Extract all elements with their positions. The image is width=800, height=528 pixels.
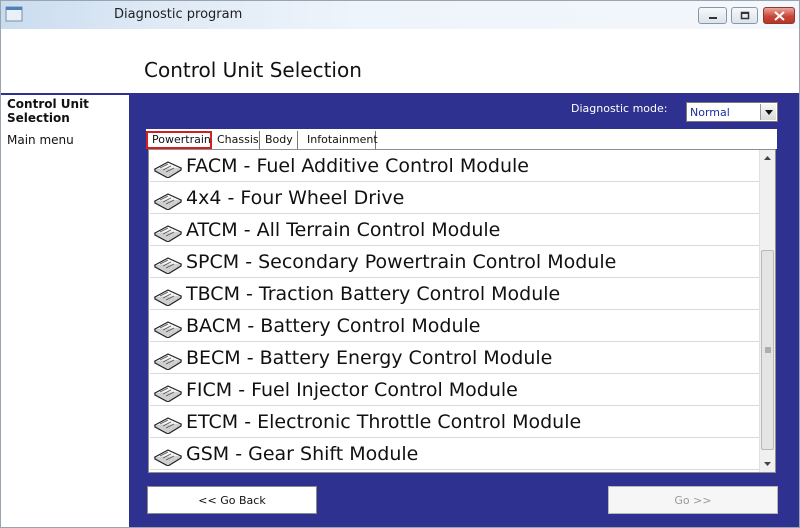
sidebar: Control Unit Selection Main menu: [1, 93, 129, 527]
header: [1, 29, 799, 93]
control-unit-icon: [153, 385, 183, 402]
module-label: ETCM - Electronic Throttle Control Modul…: [186, 411, 582, 433]
control-unit-icon: [153, 257, 183, 274]
diagnostic-mode-select[interactable]: Normal: [686, 102, 778, 122]
list-item[interactable]: TBCM - Traction Battery Control Module: [150, 278, 759, 310]
tab-chassis[interactable]: Chassis: [217, 131, 260, 149]
main-panel: Diagnostic mode: Normal Powertrain Chass…: [129, 93, 799, 527]
list-item[interactable]: SPCM - Secondary Powertrain Control Modu…: [150, 246, 759, 278]
module-label: 4x4 - Four Wheel Drive: [186, 187, 405, 209]
module-label: TBCM - Traction Battery Control Module: [186, 283, 561, 305]
title-bar[interactable]: Diagnostic program: [1, 1, 799, 29]
minimize-icon: [708, 16, 717, 19]
maximize-icon: [740, 11, 749, 20]
module-label: BECM - Battery Energy Control Module: [186, 347, 553, 369]
list-item[interactable]: FACM - Fuel Additive Control Module: [150, 150, 759, 182]
tab-infotainment[interactable]: Infotainment: [307, 131, 378, 149]
app-window: Diagnostic program Control Unit Selectio…: [0, 0, 800, 528]
sidebar-item-control-unit-selection[interactable]: Control Unit Selection: [7, 97, 125, 125]
diagnostic-mode-label: Diagnostic mode:: [571, 102, 668, 115]
diagnostic-mode-value: Normal: [690, 106, 730, 119]
list-item[interactable]: ETCM - Electronic Throttle Control Modul…: [150, 406, 759, 438]
maximize-button[interactable]: [731, 7, 758, 24]
module-label: SPCM - Secondary Powertrain Control Modu…: [186, 251, 617, 273]
control-unit-icon: [153, 161, 183, 178]
control-unit-icon: [153, 225, 183, 242]
scroll-up-button[interactable]: [760, 150, 775, 166]
sidebar-item-main-menu[interactable]: Main menu: [7, 133, 74, 147]
module-label: BACM - Battery Control Module: [186, 315, 481, 337]
module-label: FICM - Fuel Injector Control Module: [186, 379, 518, 401]
control-unit-icon: [153, 289, 183, 306]
go-button[interactable]: Go >>: [608, 486, 778, 514]
list-item[interactable]: GSM - Gear Shift Module: [150, 438, 759, 470]
module-label: ATCM - All Terrain Control Module: [186, 219, 501, 241]
list-item[interactable]: BECM - Battery Energy Control Module: [150, 342, 759, 374]
control-unit-icon: [153, 193, 183, 210]
list-item[interactable]: 4x4 - Four Wheel Drive: [150, 182, 759, 214]
app-icon: [5, 6, 23, 22]
close-icon: [773, 10, 785, 21]
window-title: Diagnostic program: [114, 7, 243, 22]
module-label: GSM - Gear Shift Module: [186, 443, 419, 465]
minimize-button[interactable]: [698, 7, 727, 24]
grip-icon: [764, 347, 771, 353]
list-scrollbar[interactable]: [759, 150, 775, 472]
module-list: FACM - Fuel Additive Control Module 4x4 …: [148, 149, 776, 473]
list-item[interactable]: BACM - Battery Control Module: [150, 310, 759, 342]
go-back-button[interactable]: << Go Back: [147, 486, 317, 514]
tab-body[interactable]: Body: [265, 131, 298, 149]
tab-powertrain[interactable]: Powertrain: [146, 131, 212, 149]
scroll-down-button[interactable]: [760, 456, 775, 472]
dropdown-arrow[interactable]: [760, 104, 776, 120]
chevron-down-icon: [764, 462, 771, 466]
control-unit-icon: [153, 417, 183, 434]
control-unit-icon: [153, 353, 183, 370]
chevron-down-icon: [764, 109, 773, 115]
scrollbar-thumb[interactable]: [761, 250, 774, 450]
close-button[interactable]: [763, 7, 795, 24]
chevron-up-icon: [764, 156, 771, 160]
module-label: FACM - Fuel Additive Control Module: [186, 155, 529, 177]
page-title: Control Unit Selection: [144, 58, 362, 82]
list-item[interactable]: FICM - Fuel Injector Control Module: [150, 374, 759, 406]
control-unit-icon: [153, 449, 183, 466]
list-item[interactable]: ATCM - All Terrain Control Module: [150, 214, 759, 246]
control-unit-icon: [153, 321, 183, 338]
